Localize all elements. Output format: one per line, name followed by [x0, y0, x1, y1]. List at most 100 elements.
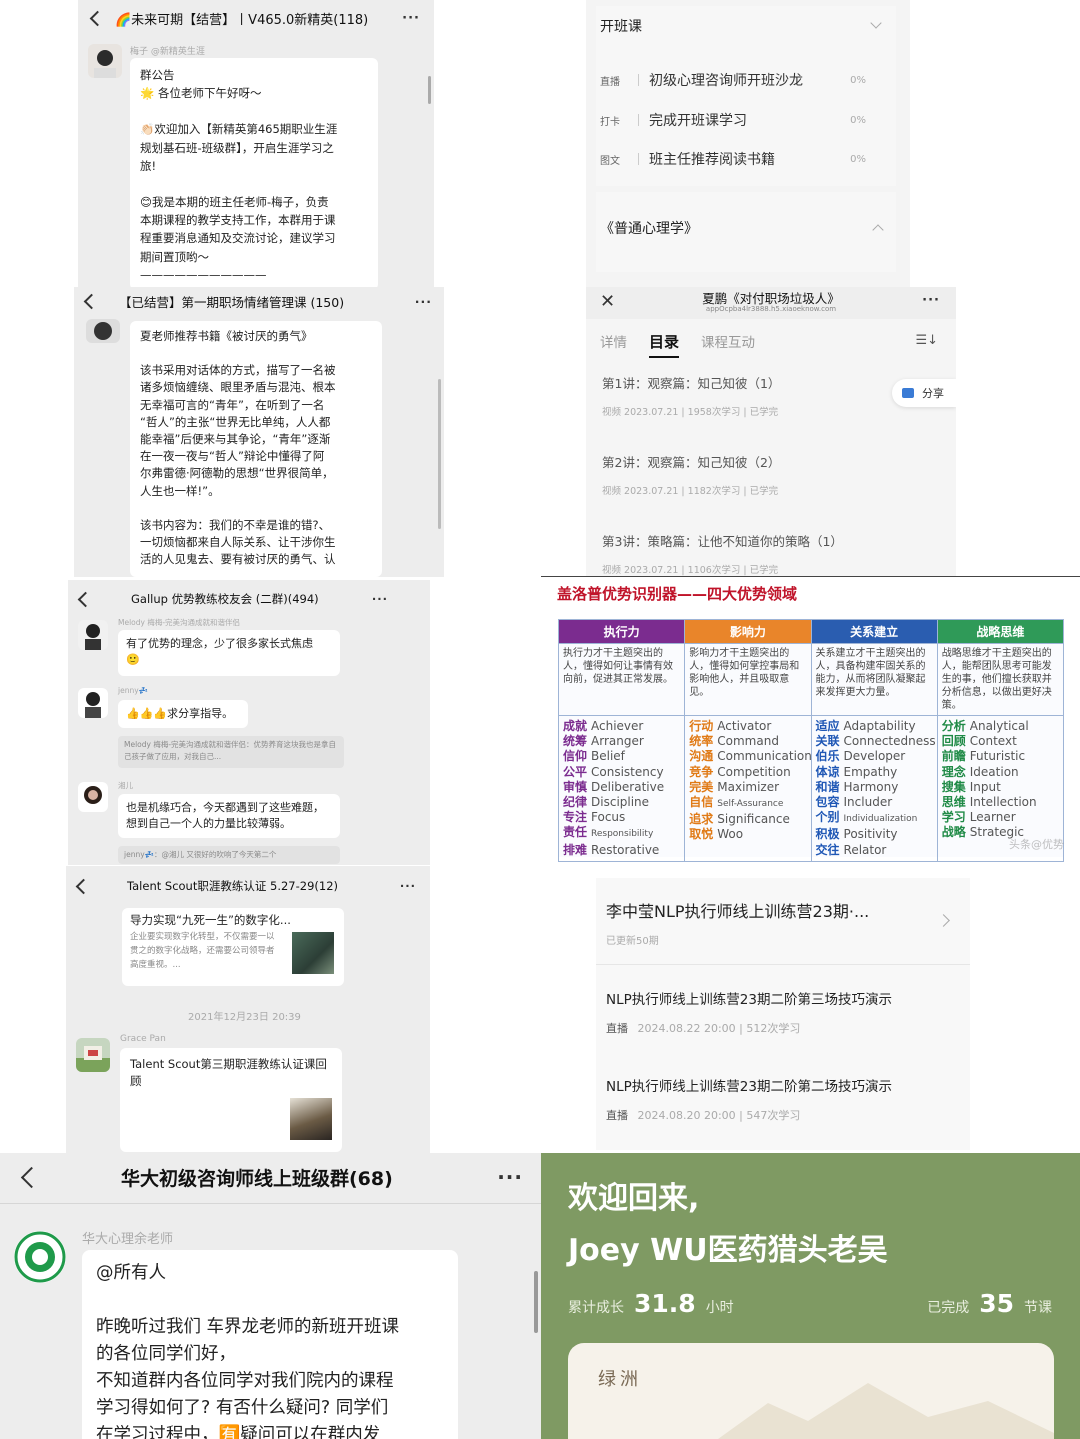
lesson-item[interactable]: 第3讲：策略篇：让他不知道你的策略（1） 视频 2023.07.21 | 110…: [602, 531, 843, 576]
theme-item: 自信 Self-Assurance: [689, 795, 806, 812]
message-bubble[interactable]: 👍👍👍求分享指导。: [118, 700, 248, 728]
message-line: 群公告: [140, 68, 175, 82]
back-icon[interactable]: [83, 293, 100, 309]
back-icon[interactable]: [77, 591, 94, 607]
quoted-message[interactable]: jenny💤：@湘儿 又很好的吹响了今天第二个: [118, 846, 340, 864]
theme-cn: 公平: [563, 764, 588, 779]
section-title: 《普通心理学》: [600, 221, 698, 237]
theme-item: 专注 Focus: [563, 810, 680, 825]
sender-nick: 梅子 @新精英生涯: [130, 47, 205, 57]
chat-header: 【已结营】第一期职场情绪管理课 (150) ···: [74, 287, 444, 315]
link-card[interactable]: Talent Scout第三期职涯教练认证课回顾: [120, 1048, 342, 1152]
more-icon[interactable]: ···: [497, 1165, 523, 1189]
episode-meta: 2024.08.22 20:00 | 512次学习: [637, 1022, 801, 1035]
lesson-item[interactable]: 第2讲：观察篇：知己知彼（2） 视频 2023.07.21 | 1182次学习 …: [602, 452, 780, 497]
theme-item: 公平 Consistency: [563, 765, 680, 780]
theme-en: Woo: [717, 827, 744, 842]
domain-header: 执行力: [557, 619, 686, 644]
divider: [596, 964, 970, 965]
theme-cn: 纪律: [563, 795, 588, 810]
theme-en: Positivity: [843, 827, 898, 842]
card-title: 导力实现“九死一生”的数字化...: [130, 913, 291, 927]
chat-title: 🌈未来可期【结营】丨V465.0新精英(118): [115, 12, 369, 28]
theme-en: Responsibility: [591, 829, 654, 840]
welcome-user: Joey WU医药猎头老吴: [568, 1233, 888, 1268]
more-icon[interactable]: ···: [402, 11, 420, 26]
lesson-type-tag: 打卡: [600, 116, 620, 128]
card-desc: 企业要实现数字化转型，不仅需要一以贯之的数字化战略，还需要公司领导者高度重视。.…: [130, 932, 275, 970]
back-icon[interactable]: [75, 878, 92, 894]
lesson-item[interactable]: 第1讲：观察篇：知己知彼（1） 视频 2023.07.21 | 1958次学习 …: [602, 373, 780, 418]
scrollbar[interactable]: [428, 76, 431, 104]
chevron-right-icon[interactable]: [937, 914, 950, 927]
course-card[interactable]: 绿洲: [568, 1343, 1054, 1439]
message-bubble[interactable]: 有了优势的理念，少了很多家长式焦虑 🙂: [118, 630, 340, 676]
message-line: @所有人: [96, 1263, 166, 1283]
tab-interaction[interactable]: 课程互动: [701, 331, 755, 358]
lesson-row[interactable]: 图文 班主任推荐阅读书籍 0%: [596, 149, 896, 169]
chevron-down-icon[interactable]: [870, 17, 882, 29]
chat-panel-3: Gallup 优势教练校友会 (二群)(494) ··· Melody 梅梅-完…: [68, 580, 430, 865]
theme-cn: 沟通: [689, 749, 714, 764]
gallup-table-wrap: 执行力 影响力 关系建立 战略思维 执行力才干主题突出的人，懂得如何让事情有效向前，促…: [557, 619, 1065, 862]
gallup-title: 盖洛普优势识别器——四大优势领域: [557, 585, 798, 603]
tab-catalog[interactable]: 目录: [649, 331, 680, 358]
theme-cn: 分析: [941, 719, 966, 733]
theme-item: 思维 Intellection: [942, 795, 1059, 810]
lesson-row[interactable]: 直播 初级心理咨询师开班沙龙 0%: [596, 70, 896, 90]
message-bubble[interactable]: @所有人 昨晚听过我们 车界龙老师的新班开班课 的各位同学们好， 不知道群内各位…: [82, 1250, 458, 1439]
back-icon[interactable]: [20, 1166, 43, 1188]
more-icon[interactable]: ···: [372, 592, 388, 606]
sender-nick: Melody 梅梅-完美沟通成就和谐伴侣: [118, 618, 241, 627]
message-line: 该书采用对话体的方式，描写了一名被: [140, 363, 336, 378]
scrollbar[interactable]: [534, 1271, 538, 1333]
header-divider: [0, 1203, 541, 1204]
theme-en: Intellection: [969, 795, 1037, 810]
announcement-bubble[interactable]: 群公告 🌟 各位老师下午好呀～ 👏🏻欢迎加入【新精英第465期职业生涯 规划基石…: [130, 58, 378, 290]
message-bubble[interactable]: 也是机缘巧合，今天都遇到了这些难题，想到自己一个人的力量比较薄弱。: [118, 794, 340, 838]
episode-item[interactable]: NLP执行师线上训练营23期二阶第二场技巧演示 直播 2024.08.20 20…: [606, 1075, 892, 1123]
message-line: 😊我是本期的班主任老师-梅子，负责: [140, 195, 329, 210]
theme-cn: 统率: [689, 734, 714, 749]
theme-item: 体谅 Empathy: [816, 765, 933, 780]
lesson-row[interactable]: 打卡 完成开班课学习 0%: [596, 110, 896, 130]
more-icon[interactable]: ···: [922, 293, 940, 308]
series-header[interactable]: 李中莹NLP执行师线上训练营23期·... 已更新50期: [596, 878, 970, 964]
scrollbar[interactable]: [438, 379, 441, 529]
message-line: 一切烦恼都来自人际关系、让干涉你生: [140, 535, 336, 550]
section-open-class[interactable]: 开班课 直播 初级心理咨询师开班沙龙 0% 打卡 完成开班课学习 0% 图文 班…: [596, 6, 896, 186]
sort-icon[interactable]: ☰↓: [915, 333, 938, 348]
sender-nick: 华大心理余老师: [82, 1232, 174, 1247]
theme-cn: 搜集: [941, 779, 966, 794]
theme-cn: 责任: [563, 825, 588, 840]
message-line: 该书内容为：我们的不幸是谁的错?、: [140, 517, 331, 532]
message-line: 人生也一样!”。: [140, 483, 220, 498]
theme-item: 沟通 Communication: [689, 749, 810, 764]
theme-en: Adaptability: [843, 719, 916, 733]
theme-cn: 统筹: [563, 734, 588, 749]
avatar: [78, 620, 108, 650]
share-button[interactable]: 分享: [892, 379, 956, 407]
episode-type-tag: 直播: [606, 1022, 628, 1035]
message-line: 的各位同学们好，: [96, 1344, 236, 1364]
watermark: 头条@优势: [1009, 838, 1064, 851]
section-general-psychology[interactable]: 《普通心理学》: [596, 192, 896, 272]
quoted-message[interactable]: Melody 梅梅-完美沟通成就和谐伴侣：优势养育这块我也是拿自己孩子做了应用，…: [118, 736, 344, 768]
domain-header: 战略思维: [936, 619, 1065, 644]
tab-detail[interactable]: 详情: [600, 331, 627, 358]
theme-item: 成就 Achiever: [563, 719, 680, 734]
done-unit: 节课: [1024, 1300, 1052, 1316]
more-icon[interactable]: ···: [400, 879, 416, 893]
back-icon[interactable]: [89, 10, 106, 26]
lesson-meta: 视频 2023.07.21 | 1106次学习 | 已学完: [602, 565, 779, 576]
chevron-up-icon[interactable]: [872, 224, 884, 236]
book-recommend-bubble[interactable]: 夏老师推荐书籍《被讨厌的勇气》 该书采用对话体的方式，描写了一名被 诸多烦恼缠绕…: [130, 321, 382, 577]
card-title: Talent Scout第三期职涯教练认证课回顾: [130, 1057, 327, 1088]
link-card[interactable]: 导力实现“九死一生”的数字化... 企业要实现数字化转型，不仅需要一以贯之的数字…: [122, 908, 344, 986]
episode-item[interactable]: NLP执行师线上训练营23期二阶第三场技巧演示 直播 2024.08.22 20…: [606, 988, 892, 1036]
share-label: 分享: [922, 387, 944, 400]
theme-cn: 个别: [815, 810, 840, 825]
more-icon[interactable]: ···: [415, 294, 432, 309]
theme-en: Self-Assurance: [717, 799, 784, 810]
episode-meta: 2024.08.20 20:00 | 547次学习: [637, 1109, 801, 1122]
